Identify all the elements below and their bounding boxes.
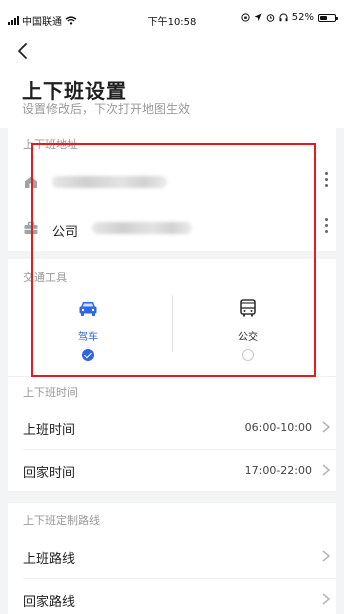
chevron-right-icon: [322, 550, 331, 562]
battery-icon: [318, 13, 338, 22]
home-time-value: 17:00-22:00: [244, 464, 312, 477]
car-selected-check[interactable]: [82, 349, 94, 361]
home-time-row[interactable]: 回家时间 17:00-22:00: [8, 450, 336, 492]
address-section: 上下班地址 公司: [8, 128, 336, 251]
home-address-obscured: [52, 176, 167, 188]
page-header: 上下班设置 设置修改后，下次打开地图生效: [0, 38, 344, 128]
status-bar: 中国联通 下午10:58 52%: [0, 0, 344, 38]
time-section-label: 上下班时间: [23, 386, 78, 399]
work-time-label: 上班时间: [23, 423, 76, 438]
work-route-row[interactable]: 上班路线: [8, 536, 336, 578]
chevron-right-icon: [322, 593, 331, 605]
screen-lock-icon: [241, 13, 250, 22]
bus-unselected-radio[interactable]: [242, 349, 254, 361]
work-address-row[interactable]: 公司: [8, 206, 336, 246]
address-section-label: 上下班地址: [23, 138, 78, 151]
location-arrow-icon: [254, 13, 262, 21]
more-options-icon[interactable]: [324, 172, 328, 188]
alarm-icon: [266, 14, 275, 22]
transport-option-car[interactable]: 驾车: [8, 297, 168, 361]
transport-section: 交通工具 驾车 公交: [8, 259, 336, 376]
transport-option-bus[interactable]: 公交: [168, 297, 328, 361]
home-route-row[interactable]: 回家路线: [8, 579, 336, 614]
car-icon: [79, 302, 97, 316]
work-time-row[interactable]: 上班时间 06:00-10:00: [8, 407, 336, 449]
work-address-obscured: [92, 222, 192, 234]
more-options-icon[interactable]: [324, 218, 328, 234]
chevron-right-icon: [322, 421, 331, 433]
bus-icon: [240, 299, 256, 317]
home-route-label: 回家路线: [23, 595, 76, 610]
headphones-icon: [279, 13, 288, 22]
briefcase-icon: [24, 221, 38, 234]
car-option-label: 驾车: [78, 332, 98, 343]
transport-section-label: 交通工具: [23, 271, 67, 284]
battery-percent: 52%: [291, 12, 314, 23]
work-route-label: 上班路线: [23, 552, 76, 567]
work-address-name: 公司: [52, 225, 79, 240]
work-time-value: 06:00-10:00: [244, 421, 312, 434]
home-icon: [25, 176, 37, 188]
home-time-label: 回家时间: [23, 466, 76, 481]
page-subtitle: 设置修改后，下次打开地图生效: [22, 102, 191, 116]
back-arrow-icon[interactable]: [14, 42, 32, 60]
chevron-right-icon: [322, 464, 331, 476]
bus-option-label: 公交: [238, 332, 258, 343]
home-address-row[interactable]: [8, 160, 336, 200]
route-section-label: 上下班定制路线: [23, 514, 100, 527]
custom-route-section: 上下班定制路线 上班路线 回家路线: [8, 503, 336, 614]
commute-time-section: 上下班时间 上班时间 06:00-10:00 回家时间 17:00-22:00: [8, 376, 336, 491]
